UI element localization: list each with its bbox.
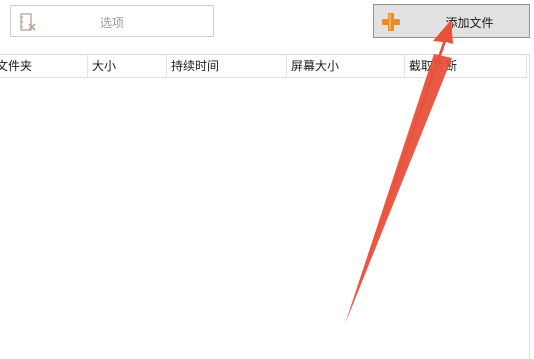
add-file-button[interactable]: 添加文件 <box>373 4 530 38</box>
column-header-folder[interactable]: 文件夹 <box>0 55 88 77</box>
column-header-size[interactable]: 大小 <box>88 55 167 77</box>
column-header-screen-size[interactable]: 屏幕大小 <box>287 55 405 77</box>
column-header-duration[interactable]: 持续时间 <box>167 55 287 77</box>
column-header-clip[interactable]: 截取片断 <box>405 55 527 77</box>
options-label: 选项 <box>99 16 124 30</box>
plus-icon <box>380 11 402 33</box>
file-list-header: 文件夹 大小 持续时间 屏幕大小 截取片断 <box>0 55 528 78</box>
add-file-label: 添加文件 <box>445 16 494 30</box>
options-button[interactable]: 选项 <box>10 5 214 37</box>
file-list[interactable]: 文件夹 大小 持续时间 屏幕大小 截取片断 <box>0 54 530 359</box>
